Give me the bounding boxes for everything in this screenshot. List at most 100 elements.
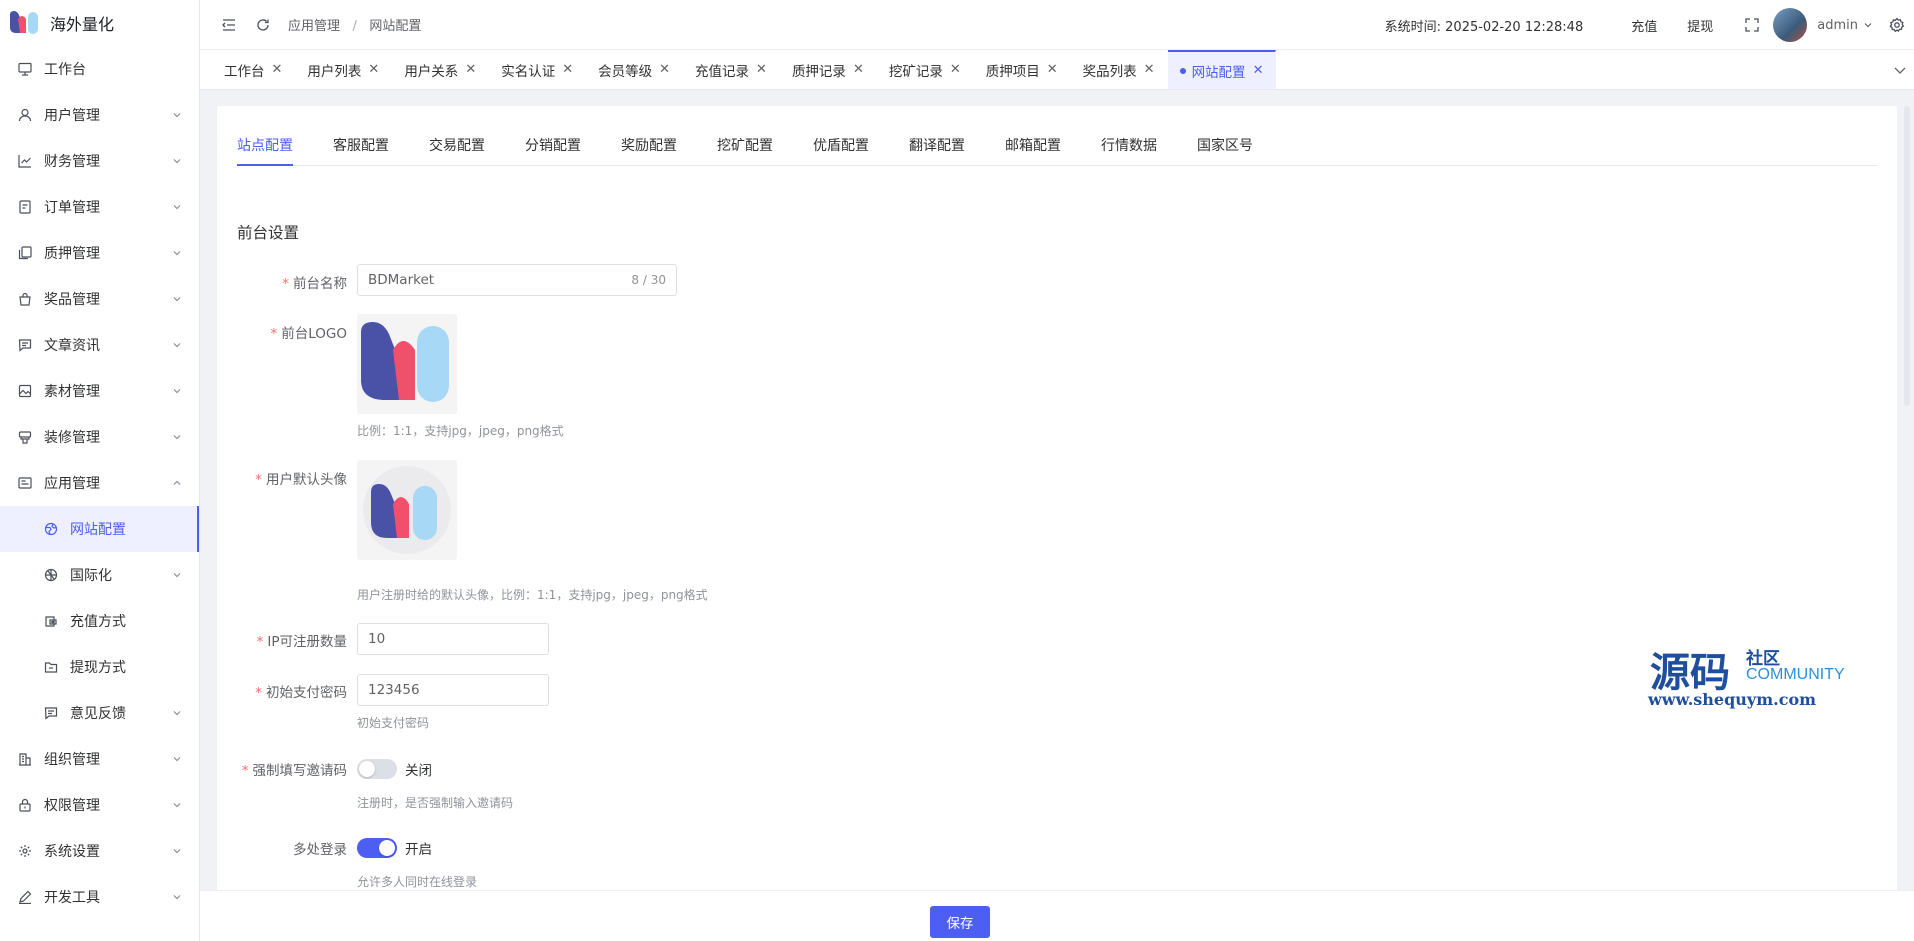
close-icon[interactable]: ✕ bbox=[465, 62, 476, 77]
breadcrumb-item[interactable]: 应用管理 bbox=[288, 19, 340, 34]
subtab-site[interactable]: 站点配置 bbox=[237, 135, 293, 166]
avatar-label: * 用户默认头像 bbox=[255, 472, 347, 488]
scrollbar[interactable] bbox=[1904, 106, 1910, 406]
content-card: 站点配置 客服配置 交易配置 分销配置 奖励配置 挖矿配置 优盾配置 翻译配置 … bbox=[217, 106, 1897, 896]
sidebar-item-site-config[interactable]: 网站配置 bbox=[0, 506, 199, 552]
close-icon[interactable]: ✕ bbox=[1144, 62, 1155, 77]
sidebar-item-withdraw-methods[interactable]: 提现方式 bbox=[0, 644, 199, 690]
logo-upload[interactable] bbox=[357, 314, 457, 414]
close-icon[interactable]: ✕ bbox=[272, 62, 283, 77]
tab-member-levels[interactable]: 会员等级 ✕ bbox=[586, 50, 683, 89]
sidebar-item-articles[interactable]: 文章资讯 bbox=[0, 322, 199, 368]
tab-label: 充值记录 bbox=[695, 63, 750, 80]
sidebar-item-i18n[interactable]: 国际化 bbox=[0, 552, 199, 598]
pay-password-label: * 初始支付密码 bbox=[255, 685, 347, 701]
close-icon[interactable]: ✕ bbox=[853, 62, 864, 77]
chevron-down-icon bbox=[173, 573, 181, 578]
username[interactable]: admin bbox=[1817, 18, 1858, 33]
multi-login-toggle[interactable] bbox=[357, 838, 397, 858]
sidebar-item-prizes[interactable]: 奖品管理 bbox=[0, 276, 199, 322]
subtab-udun[interactable]: 优盾配置 bbox=[813, 135, 869, 165]
close-icon[interactable]: ✕ bbox=[950, 62, 961, 77]
sidebar-item-pledge[interactable]: 质押管理 bbox=[0, 230, 199, 276]
subtab-customer-service[interactable]: 客服配置 bbox=[333, 135, 389, 165]
chevron-up-icon bbox=[173, 480, 181, 485]
close-icon[interactable]: ✕ bbox=[368, 62, 379, 77]
tab-label: 质押项目 bbox=[985, 63, 1040, 80]
close-icon[interactable]: ✕ bbox=[1253, 63, 1264, 78]
tab-label: 挖矿记录 bbox=[888, 63, 943, 80]
site-name-label: * 前台名称 bbox=[282, 276, 347, 292]
subtab-country-codes[interactable]: 国家区号 bbox=[1197, 135, 1253, 165]
subtab-market-data[interactable]: 行情数据 bbox=[1101, 135, 1157, 165]
tab-pledge-records[interactable]: 质押记录 ✕ bbox=[780, 50, 877, 89]
brand[interactable]: 海外量化 bbox=[0, 0, 199, 46]
tab-user-list[interactable]: 用户列表 ✕ bbox=[295, 50, 392, 89]
watermark: 源码 社区 COMMUNITY www.shequym.com bbox=[1648, 640, 1850, 720]
sidebar-item-decoration[interactable]: 装修管理 bbox=[0, 414, 199, 460]
tab-workbench[interactable]: 工作台 ✕ bbox=[212, 50, 295, 89]
tab-user-relations[interactable]: 用户关系 ✕ bbox=[392, 50, 489, 89]
chart-icon bbox=[16, 152, 34, 170]
brush-icon bbox=[16, 428, 34, 446]
save-button[interactable]: 保存 bbox=[930, 906, 990, 938]
invite-code-state: 关闭 bbox=[405, 763, 432, 779]
subtab-mining[interactable]: 挖矿配置 bbox=[717, 135, 773, 165]
tab-mining-records[interactable]: 挖矿记录 ✕ bbox=[877, 50, 974, 89]
sidebar-item-workbench[interactable]: 工作台 bbox=[0, 46, 199, 92]
ip-limit-input[interactable]: 10 bbox=[357, 623, 549, 655]
withdraw-link[interactable]: 提现 bbox=[1687, 16, 1713, 35]
refresh-icon[interactable] bbox=[254, 16, 272, 34]
subtab-email[interactable]: 邮箱配置 bbox=[1005, 135, 1061, 165]
subtab-distribution[interactable]: 分销配置 bbox=[525, 135, 581, 165]
invite-code-hint: 注册时，是否强制输入邀请码 bbox=[357, 796, 514, 810]
sidebar-item-permissions[interactable]: 权限管理 bbox=[0, 782, 199, 828]
breadcrumb-current: 网站配置 bbox=[369, 19, 422, 34]
subtab-rewards[interactable]: 奖励配置 bbox=[621, 135, 677, 165]
sidebar-item-label: 用户管理 bbox=[44, 108, 100, 124]
chevron-down-icon[interactable] bbox=[1892, 62, 1908, 78]
sidebar-item-label: 质押管理 bbox=[44, 246, 100, 262]
close-icon[interactable]: ✕ bbox=[1047, 62, 1058, 77]
tab-prize-list[interactable]: 奖品列表 ✕ bbox=[1071, 50, 1168, 89]
sidebar-item-app-management[interactable]: 应用管理 bbox=[0, 460, 199, 506]
chevron-down-icon[interactable] bbox=[1862, 19, 1874, 31]
language-icon bbox=[42, 566, 60, 584]
default-avatar-image bbox=[363, 466, 451, 554]
sidebar-item-dev-tools[interactable]: 开发工具 bbox=[0, 874, 199, 920]
multi-login-label: 多处登录 bbox=[293, 842, 347, 858]
settings-icon[interactable] bbox=[1888, 16, 1906, 34]
tab-recharge-records[interactable]: 充值记录 ✕ bbox=[683, 50, 780, 89]
close-icon[interactable]: ✕ bbox=[756, 62, 767, 77]
tab-site-config[interactable]: 网站配置 ✕ bbox=[1167, 50, 1277, 89]
site-name-input[interactable]: BDMarket 8 / 30 bbox=[357, 264, 677, 296]
tab-kyc[interactable]: 实名认证 ✕ bbox=[489, 50, 586, 89]
tab-label: 工作台 bbox=[224, 63, 265, 80]
close-icon[interactable]: ✕ bbox=[659, 62, 670, 77]
subtab-translation[interactable]: 翻译配置 bbox=[909, 135, 965, 165]
subtab-trading[interactable]: 交易配置 bbox=[429, 135, 485, 165]
fullscreen-icon[interactable] bbox=[1743, 16, 1761, 34]
avatar[interactable] bbox=[1773, 8, 1808, 42]
recharge-link[interactable]: 充值 bbox=[1631, 16, 1657, 35]
sidebar-item-system-settings[interactable]: 系统设置 bbox=[0, 828, 199, 874]
menu-fold-icon[interactable] bbox=[220, 16, 238, 34]
brand-name: 海外量化 bbox=[50, 15, 115, 34]
sidebar-item-user-management[interactable]: 用户管理 bbox=[0, 92, 199, 138]
sidebar-item-assets[interactable]: 素材管理 bbox=[0, 368, 199, 414]
image-icon bbox=[16, 382, 34, 400]
watermark-url: www.shequym.com bbox=[1648, 690, 1817, 709]
sidebar-item-feedback[interactable]: 意见反馈 bbox=[0, 690, 199, 736]
sidebar-item-recharge-methods[interactable]: 充值方式 bbox=[0, 598, 199, 644]
pen-icon bbox=[16, 888, 34, 906]
lock-icon bbox=[16, 796, 34, 814]
sidebar-item-finance[interactable]: 财务管理 bbox=[0, 138, 199, 184]
sidebar-item-organization[interactable]: 组织管理 bbox=[0, 736, 199, 782]
tab-pledge-projects[interactable]: 质押项目 ✕ bbox=[974, 50, 1071, 89]
pay-password-input[interactable]: 123456 bbox=[357, 674, 549, 706]
monitor-icon bbox=[16, 60, 34, 78]
avatar-upload[interactable] bbox=[357, 460, 457, 560]
invite-code-toggle[interactable] bbox=[357, 759, 397, 779]
close-icon[interactable]: ✕ bbox=[562, 62, 573, 77]
sidebar-item-orders[interactable]: 订单管理 bbox=[0, 184, 199, 230]
